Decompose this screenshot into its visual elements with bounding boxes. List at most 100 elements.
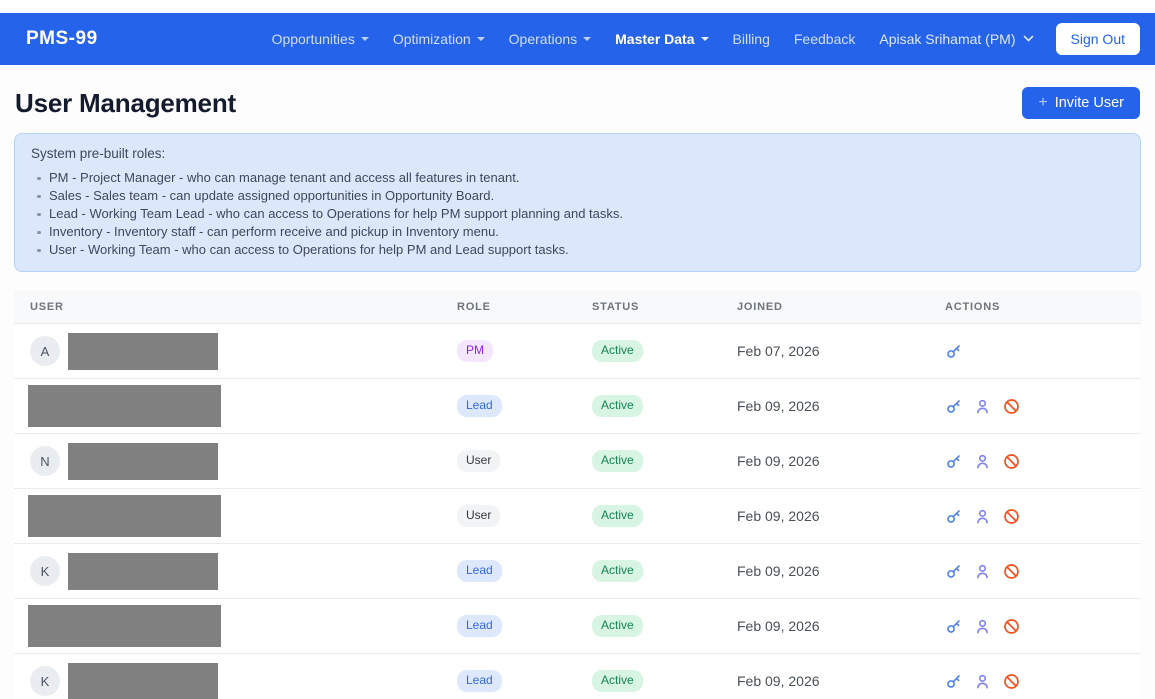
plus-icon: + (1038, 95, 1047, 111)
block-icon[interactable] (1003, 508, 1020, 525)
invite-user-label: Invite User (1055, 95, 1124, 111)
role-description-item: Inventory - Inventory staff - can perfor… (31, 223, 1124, 241)
table-row: LeadActiveFeb 09, 2026 (14, 379, 1141, 434)
person-icon[interactable] (974, 398, 991, 415)
role-description-item: Lead - Working Team Lead - who can acces… (31, 205, 1124, 223)
key-icon[interactable] (945, 343, 962, 360)
avatar: A (30, 336, 60, 366)
actions-cell (929, 508, 1141, 525)
key-icon[interactable] (945, 673, 962, 690)
nav-item-label: Operations (509, 31, 577, 47)
person-icon[interactable] (974, 673, 991, 690)
brand-logo[interactable]: PMS-99 (26, 28, 98, 50)
role-badge: Lead (457, 615, 502, 637)
actions-cell (929, 343, 1141, 360)
sign-out-button[interactable]: Sign Out (1056, 23, 1140, 55)
block-icon[interactable] (1003, 673, 1020, 690)
nav-item-operations[interactable]: Operations (497, 23, 603, 55)
redacted-user-info (28, 495, 221, 537)
role-cell: Lead (441, 395, 576, 417)
roles-info-list: PM - Project Manager - who can manage te… (31, 169, 1124, 259)
status-cell: Active (576, 450, 721, 472)
nav-item-label: Opportunities (272, 31, 355, 47)
avatar: K (30, 666, 60, 696)
redacted-user-info (68, 443, 218, 480)
block-icon[interactable] (1003, 453, 1020, 470)
role-description-item: User - Working Team - who can access to … (31, 241, 1124, 259)
top-strip (0, 0, 1155, 13)
users-table: USERROLESTATUSJOINEDACTIONS APMActiveFeb… (14, 291, 1141, 699)
block-icon[interactable] (1003, 618, 1020, 635)
status-badge: Active (592, 340, 643, 362)
chevron-down-icon (1023, 35, 1034, 43)
block-icon[interactable] (1003, 398, 1020, 415)
key-icon[interactable] (945, 618, 962, 635)
page-header: User Management + Invite User (0, 65, 1155, 119)
column-header-role: ROLE (441, 291, 576, 323)
column-header-actions: ACTIONS (929, 291, 1141, 323)
key-icon[interactable] (945, 563, 962, 580)
table-row: K Lead Active Feb 09, 2026 (14, 544, 1141, 599)
joined-date: Feb 09, 2026 (721, 673, 929, 689)
actions-cell (929, 618, 1141, 635)
status-badge: Active (592, 395, 643, 417)
redacted-user-info (28, 385, 221, 427)
actions-cell (929, 563, 1141, 580)
joined-date: Feb 07, 2026 (721, 343, 929, 359)
actions-cell (929, 398, 1141, 415)
status-badge: Active (592, 560, 643, 582)
person-icon[interactable] (974, 563, 991, 580)
status-cell: Active (576, 670, 721, 692)
role-badge: Lead (457, 395, 502, 417)
avatar: K (30, 556, 60, 586)
redacted-user-info (68, 663, 218, 699)
joined-date: Feb 09, 2026 (721, 453, 929, 469)
role-badge: Lead (457, 560, 502, 582)
role-description-item: Sales - Sales team - can update assigned… (31, 187, 1124, 205)
joined-date: Feb 09, 2026 (721, 563, 929, 579)
user-cell (14, 385, 441, 427)
actions-cell (929, 453, 1141, 470)
joined-date: Feb 09, 2026 (721, 508, 929, 524)
roles-info-title: System pre-built roles: (31, 146, 1124, 161)
key-icon[interactable] (945, 508, 962, 525)
status-badge: Active (592, 670, 643, 692)
user-cell: A (14, 333, 441, 370)
nav-item-label: Feedback (794, 31, 855, 47)
status-cell: Active (576, 340, 721, 362)
role-badge: PM (457, 340, 493, 362)
nav-items: Opportunities Optimization Operations Maste… (260, 23, 868, 55)
column-header-joined: JOINED (721, 291, 929, 323)
user-menu[interactable]: Apisak Srihamat (PM) (867, 23, 1045, 55)
key-icon[interactable] (945, 398, 962, 415)
invite-user-button[interactable]: + Invite User (1022, 87, 1140, 119)
page-title: User Management (15, 88, 236, 119)
caret-down-icon (583, 37, 591, 41)
status-badge: Active (592, 450, 643, 472)
person-icon[interactable] (974, 453, 991, 470)
redacted-user-info (68, 553, 218, 590)
role-cell: Lead (441, 670, 576, 692)
nav-item-optimization[interactable]: Optimization (381, 23, 497, 55)
nav-item-feedback[interactable]: Feedback (782, 23, 867, 55)
key-icon[interactable] (945, 453, 962, 470)
block-icon[interactable] (1003, 563, 1020, 580)
user-cell: N (14, 443, 441, 480)
nav-item-master-data[interactable]: Master Data (603, 23, 720, 55)
table-row: UserActiveFeb 09, 2026 (14, 489, 1141, 544)
nav-item-label: Billing (733, 31, 770, 47)
joined-date: Feb 09, 2026 (721, 618, 929, 634)
nav-item-billing[interactable]: Billing (721, 23, 782, 55)
user-cell (14, 495, 441, 537)
nav-item-opportunities[interactable]: Opportunities (260, 23, 381, 55)
role-cell: User (441, 505, 576, 527)
person-icon[interactable] (974, 618, 991, 635)
table-row: A PM Active Feb 07, 2026 (14, 324, 1141, 379)
page-content: User Management + Invite User System pre… (0, 65, 1155, 699)
caret-down-icon (361, 37, 369, 41)
person-icon[interactable] (974, 508, 991, 525)
table-row: K Lead Active Feb 09, 2026 (14, 654, 1141, 699)
user-cell (14, 605, 441, 647)
table-row: LeadActiveFeb 09, 2026 (14, 599, 1141, 654)
role-cell: PM (441, 340, 576, 362)
